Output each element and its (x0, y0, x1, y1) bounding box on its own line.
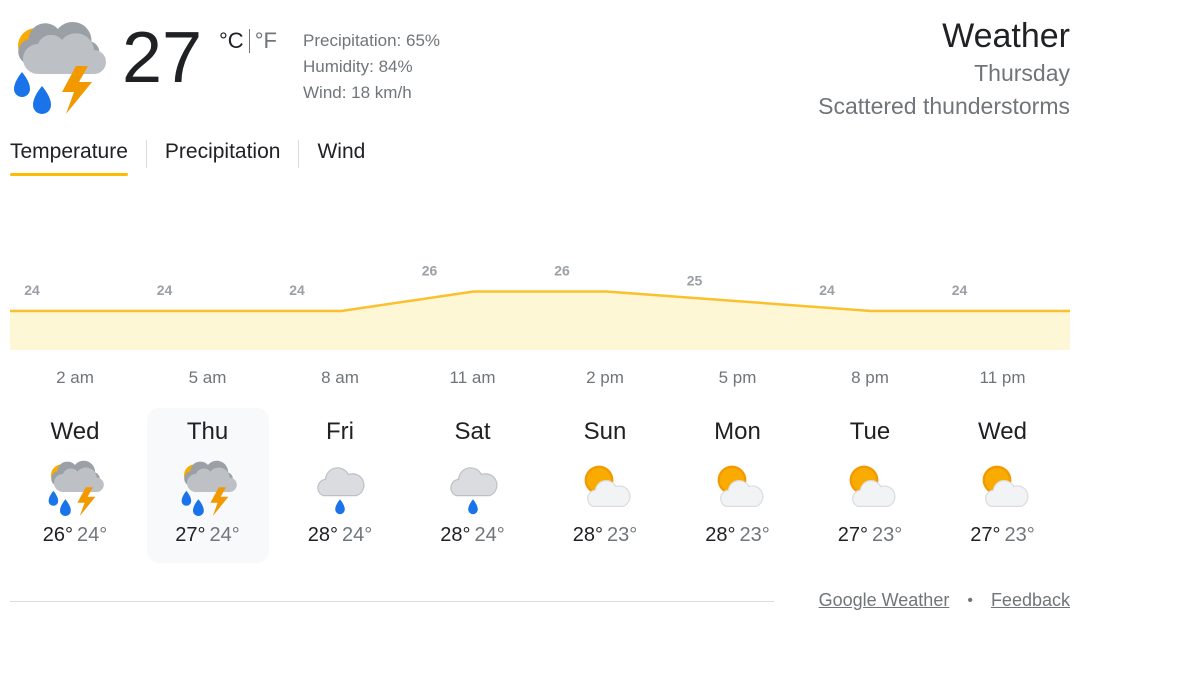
fahrenheit-button[interactable]: °F (255, 28, 277, 54)
day-temperatures: 28° 24° (279, 524, 401, 547)
low-temperature: 23° (872, 524, 903, 546)
high-temperature: 28° (440, 524, 471, 546)
tab-temperature[interactable]: Temperature (10, 140, 128, 176)
daily-forecast: Wed 26° 24° Thu 27° 24° Fri 28° 24° Sat 28° 24°… (10, 408, 1070, 563)
celsius-button[interactable]: °C (219, 28, 244, 54)
current-condition: Scattered thunderstorms (818, 93, 1070, 119)
day-temperatures: 28° 24° (412, 524, 534, 547)
day-card-sat[interactable]: Sat 28° 24° (412, 408, 534, 563)
page-title: Weather (942, 17, 1070, 55)
google-weather-link[interactable]: Google Weather (819, 590, 950, 611)
hour-label: 8 am (321, 368, 359, 387)
hour-label: 8 pm (851, 368, 889, 387)
temperature-chart[interactable]: 24 24 24 26 26 25 24 24 (10, 240, 1070, 350)
temperature-data-label: 26 (422, 263, 438, 279)
rain-cloud-icon (317, 467, 365, 515)
footer: Google Weather • Feedback (819, 590, 1070, 611)
day-name: Fri (326, 418, 354, 445)
hour-label: 2 pm (586, 368, 624, 387)
current-day: Thursday (974, 60, 1070, 86)
unit-divider (248, 29, 250, 53)
hour-label: 2 am (56, 368, 94, 387)
temperature-data-label: 24 (24, 282, 40, 298)
hour-label: 5 am (188, 368, 227, 387)
tab-divider (145, 140, 147, 168)
footer-divider (10, 601, 774, 602)
humidity-value: Humidity: 84% (303, 57, 413, 76)
feedback-link[interactable]: Feedback (991, 590, 1070, 611)
day-name: Mon (714, 418, 761, 445)
footer-separator: • (967, 591, 973, 609)
low-temperature: 24° (209, 524, 240, 546)
day-temperatures: 28° 23° (677, 524, 799, 547)
weather-details: Precipitation: 65% Humidity: 84% Wind: 1… (303, 28, 440, 106)
tab-divider (298, 140, 300, 168)
thunderstorm-icon (48, 460, 104, 516)
day-temperatures: 27° 23° (942, 524, 1064, 547)
day-card-sun[interactable]: Sun 28° 23° (544, 408, 666, 563)
weather-header: Weather Thursday Scattered thunderstorms (818, 16, 1070, 122)
day-temperatures: 27° 24° (147, 524, 269, 547)
high-temperature: 27° (175, 524, 206, 546)
high-temperature: 28° (705, 524, 736, 546)
low-temperature: 24° (474, 524, 505, 546)
hour-label: 5 pm (718, 368, 757, 387)
precipitation-value: Precipitation: 65% (303, 31, 441, 50)
day-name: Sun (583, 418, 627, 445)
day-card-fri[interactable]: Fri 28° 24° (279, 408, 401, 563)
low-temperature: 23° (607, 524, 638, 546)
high-temperature: 28° (572, 524, 603, 546)
high-temperature: 27° (970, 524, 1001, 546)
day-temperatures: 28° 23° (544, 524, 666, 547)
day-name: Thu (186, 418, 229, 445)
high-temperature: 26° (42, 524, 73, 546)
wind-value: Wind: 18 km/h (303, 83, 412, 102)
low-temperature: 24° (342, 524, 373, 546)
temperature-data-label: 26 (554, 263, 570, 279)
tab-wind[interactable]: Wind (317, 140, 365, 176)
temperature-data-label: 24 (952, 282, 968, 298)
day-card-wed[interactable]: Wed 26° 24° (14, 408, 136, 563)
tab-bar: Temperature Precipitation Wind (10, 140, 365, 176)
temperature-data-label: 24 (289, 282, 305, 298)
partly-cloudy-icon (717, 465, 764, 507)
hour-label: 11 am (449, 368, 496, 387)
day-name: Wed (50, 418, 100, 445)
hour-label: 11 pm (979, 368, 1026, 387)
low-temperature: 24° (77, 524, 108, 546)
partly-cloudy-icon (982, 465, 1029, 507)
weather-widget: 27 °C °F Precipitation: 65% Humidity: 84… (0, 0, 1200, 675)
day-name: Wed (978, 418, 1027, 445)
thunderstorm-icon (181, 460, 237, 516)
temperature-area (10, 291, 1070, 350)
low-temperature: 23° (739, 524, 770, 546)
unit-toggle: °C °F (219, 28, 277, 54)
tab-precipitation[interactable]: Precipitation (165, 140, 281, 176)
hour-labels: 2 am 5 am 8 am 11 am 2 pm 5 pm 8 pm 11 pm (10, 368, 1070, 392)
day-temperatures: 27° 23° (809, 524, 931, 547)
low-temperature: 23° (1004, 524, 1035, 546)
day-temperatures: 26° 24° (14, 524, 136, 547)
day-card-tue[interactable]: Tue 27° 23° (809, 408, 931, 563)
day-card-thu[interactable]: Thu 27° 24° (146, 408, 269, 563)
temperature-data-label: 24 (819, 282, 835, 298)
temperature-data-label: 24 (157, 282, 173, 298)
temperature-data-label: 25 (687, 272, 703, 288)
day-card-wed[interactable]: Wed 27° 23° (942, 408, 1064, 563)
current-temperature: 27 (122, 18, 203, 98)
day-name: Sat (454, 418, 491, 445)
day-card-mon[interactable]: Mon 28° 23° (677, 408, 799, 563)
day-name: Tue (849, 418, 891, 445)
high-temperature: 28° (307, 524, 338, 546)
partly-cloudy-icon (849, 465, 896, 507)
partly-cloudy-icon (584, 465, 631, 507)
thunderstorm-icon (14, 21, 106, 114)
rain-cloud-icon (449, 467, 498, 515)
high-temperature: 27° (837, 524, 868, 546)
